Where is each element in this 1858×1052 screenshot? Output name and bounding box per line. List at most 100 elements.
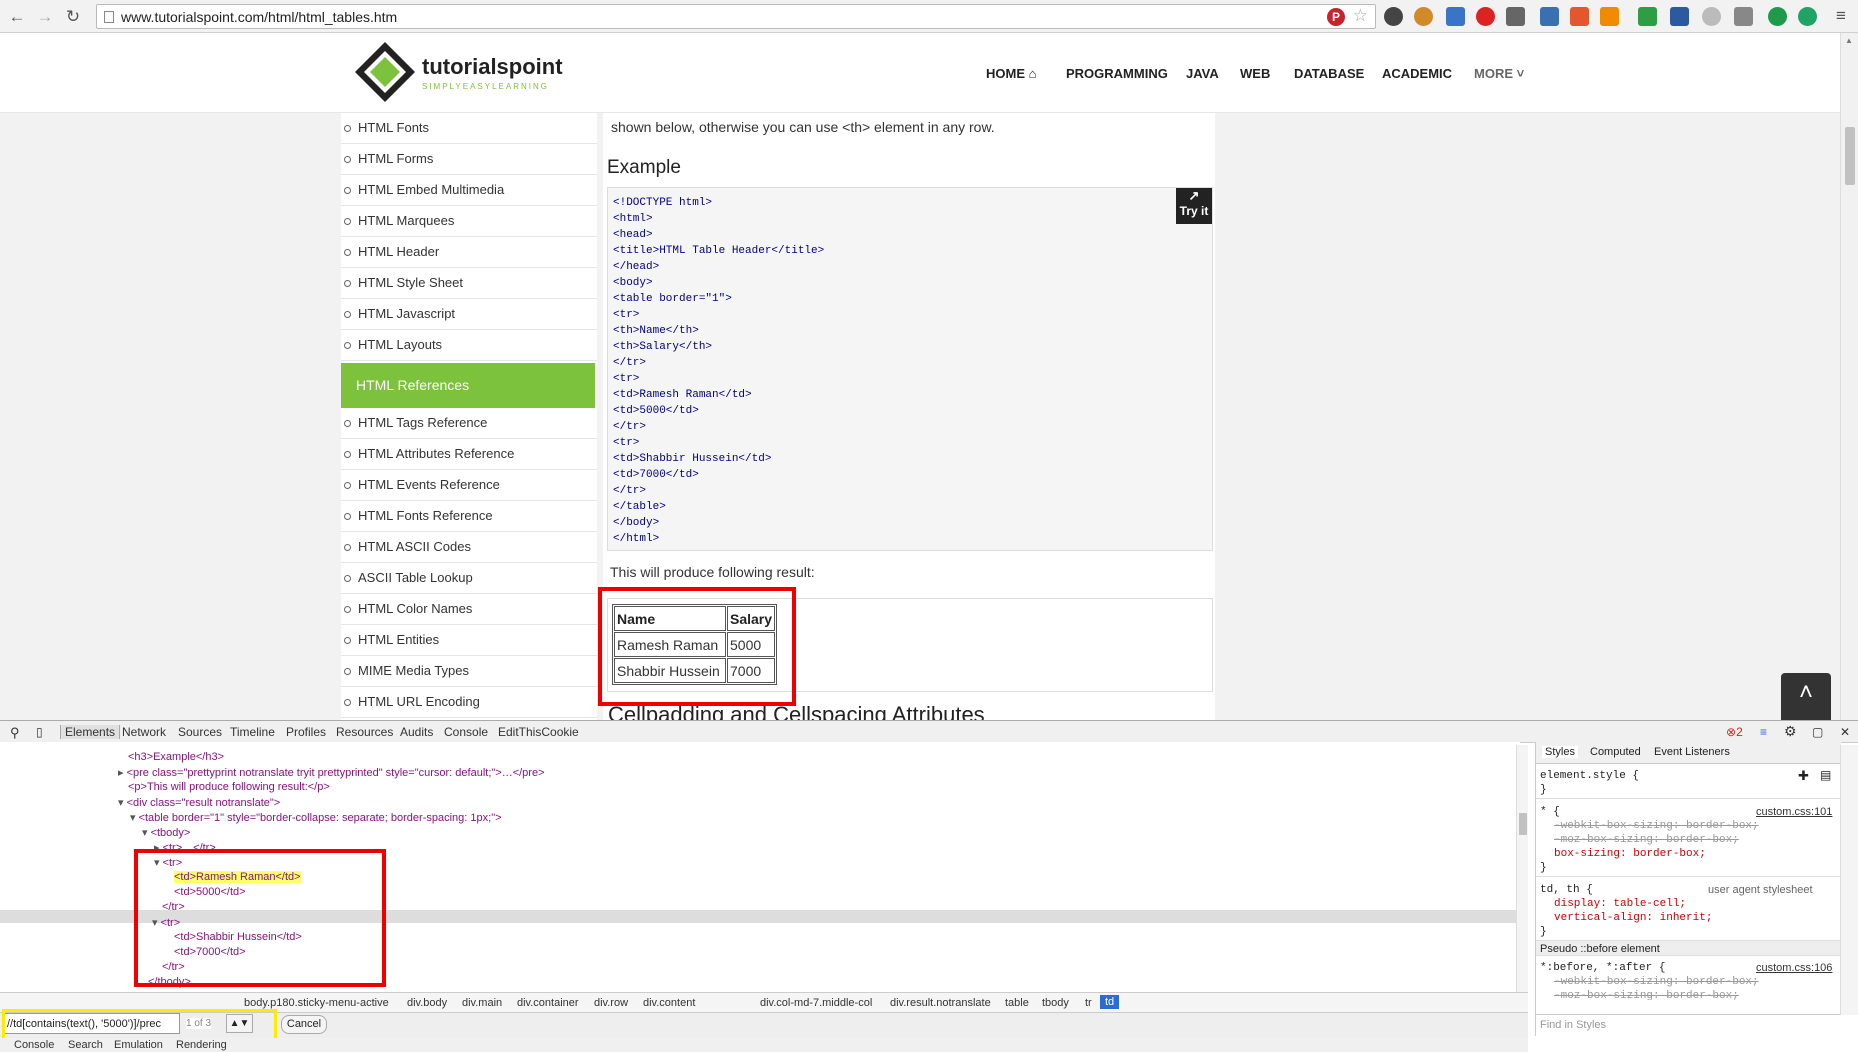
drawer-tab-emulation[interactable]: Emulation: [114, 1039, 163, 1051]
breadcrumb-item[interactable]: div.col-md-7.middle-col: [760, 997, 872, 1009]
pinterest-icon[interactable]: P: [1327, 8, 1345, 26]
try-it-button[interactable]: ↗ Try it: [1176, 188, 1212, 224]
breadcrumb-item[interactable]: div.row: [594, 997, 628, 1009]
bookmark-star-icon[interactable]: ☆: [1353, 6, 1368, 26]
address-url[interactable]: www.tutorialspoint.com/html/html_tables.…: [121, 9, 397, 25]
tab-styles[interactable]: Styles: [1542, 746, 1578, 758]
address-bar[interactable]: www.tutorialspoint.com/html/html_tables.…: [96, 4, 1376, 29]
console-toggle-icon[interactable]: ≡: [1760, 725, 1767, 739]
dock-icon[interactable]: ▢: [1812, 725, 1823, 739]
nav-home[interactable]: HOME ⌂: [986, 66, 1036, 81]
sidebar-item[interactable]: HTML Marquees: [341, 206, 597, 237]
tab-elements[interactable]: Elements: [60, 725, 121, 739]
tab-sources[interactable]: Sources: [178, 725, 222, 739]
cancel-button[interactable]: Cancel: [281, 1015, 327, 1034]
breadcrumb-item[interactable]: body.p180.sticky-menu-active: [244, 997, 389, 1009]
page-scrollbar[interactable]: ▲: [1840, 33, 1858, 720]
drawer-tab-rendering[interactable]: Rendering: [176, 1039, 227, 1051]
breadcrumb-item[interactable]: div.body: [407, 997, 447, 1009]
sidebar-item[interactable]: HTML Color Names: [341, 594, 597, 625]
sidebar-item[interactable]: HTML Forms: [341, 144, 597, 175]
back-to-top-button[interactable]: ˄: [1781, 673, 1831, 720]
breadcrumb-item[interactable]: div.main: [462, 997, 502, 1009]
sidebar-item[interactable]: MIME Media Types: [341, 656, 597, 687]
sidebar-item[interactable]: HTML ASCII Codes: [341, 532, 597, 563]
sidebar-item[interactable]: HTML URL Encoding: [341, 687, 597, 718]
sidebar-item[interactable]: HTML Embed Multimedia: [341, 175, 597, 206]
nav-java[interactable]: JAVA: [1186, 66, 1219, 81]
dom-line[interactable]: <h3>Example</h3>: [128, 751, 224, 763]
extension-icon[interactable]: [1446, 7, 1465, 26]
rule1-prop[interactable]: box-sizing: border-box;: [1554, 848, 1706, 860]
scroll-thumb[interactable]: [1845, 127, 1855, 185]
menu-icon[interactable]: ≡: [1830, 5, 1852, 27]
d-extension-icon[interactable]: [1768, 7, 1787, 26]
dom-line[interactable]: ▾ <tbody>: [142, 826, 190, 839]
tab-network[interactable]: Network: [122, 725, 166, 739]
dom-line[interactable]: <p>This will produce following result:</…: [128, 781, 330, 793]
sidebar-item[interactable]: HTML Events Reference: [341, 470, 597, 501]
close-devtools-icon[interactable]: ✕: [1840, 725, 1850, 739]
adblock-extension-icon[interactable]: [1476, 7, 1495, 26]
nav-web[interactable]: WEB: [1240, 66, 1270, 81]
nav-programming[interactable]: PROGRAMMING: [1066, 66, 1168, 81]
rule1-prop[interactable]: -webkit-box-sizing: border-box;: [1554, 820, 1759, 832]
counter-extension-icon[interactable]: [1570, 7, 1589, 26]
sidebar-item[interactable]: HTML Attributes Reference: [341, 439, 597, 470]
nav-more[interactable]: MORE ˅: [1474, 66, 1524, 81]
sidebar-item[interactable]: HTML Style Sheet: [341, 268, 597, 299]
sidebar-item[interactable]: HTML Tags Reference: [341, 408, 597, 439]
breadcrumb-item[interactable]: div.content: [643, 997, 695, 1009]
nav-database[interactable]: DATABASE: [1294, 66, 1364, 81]
tab-profiles[interactable]: Profiles: [286, 725, 326, 739]
rule3-prop[interactable]: -webkit-box-sizing: border-box;: [1554, 976, 1759, 988]
rule1-source[interactable]: custom.css:101: [1756, 806, 1832, 818]
dom-line[interactable]: ▾ <table border="1" style="border-collap…: [130, 811, 502, 824]
breadcrumb-item[interactable]: div.result.notranslate: [890, 997, 991, 1009]
nav-academic[interactable]: ACADEMIC: [1382, 66, 1452, 81]
rule1-selector[interactable]: * {: [1540, 806, 1560, 818]
add-rule-icon[interactable]: ✚: [1798, 768, 1809, 784]
sidebar-item[interactable]: HTML Fonts Reference: [341, 501, 597, 532]
download-extension-icon[interactable]: [1670, 7, 1689, 26]
sidebar-item[interactable]: HTML Header: [341, 237, 597, 268]
tab-editthiscookie[interactable]: EditThisCookie: [498, 725, 579, 739]
device-icon[interactable]: ▯: [36, 725, 43, 739]
tab-resources[interactable]: Resources: [336, 725, 393, 739]
error-counter[interactable]: ⊗2: [1726, 725, 1743, 739]
grammarly-icon[interactable]: [1798, 7, 1817, 26]
star-extension-icon[interactable]: [1540, 7, 1559, 26]
find-in-styles[interactable]: Find in Styles: [1536, 1014, 1841, 1036]
rule3-selector[interactable]: *:before, *:after {: [1540, 962, 1665, 974]
sidebar-item[interactable]: HTML Fonts: [341, 113, 597, 144]
breadcrumb-item[interactable]: div.container: [517, 997, 579, 1009]
breadcrumb-item[interactable]: tr: [1085, 997, 1092, 1009]
breadcrumb-item-selected[interactable]: td: [1100, 995, 1120, 1009]
site-logo[interactable]: tutorialspoint SIMPLYEASYLEARNING: [352, 39, 607, 109]
pocket-extension-icon[interactable]: [1506, 7, 1525, 26]
sidebar-item[interactable]: ASCII Table Lookup: [341, 563, 597, 594]
toggle-state-icon[interactable]: ▤: [1820, 768, 1831, 782]
dom-scrollbar[interactable]: [1516, 745, 1528, 993]
styles-scrollbar[interactable]: [1840, 745, 1858, 1015]
rule3-source[interactable]: custom.css:106: [1756, 962, 1832, 974]
screenshot-extension-icon[interactable]: [1638, 7, 1657, 26]
sidebar-item[interactable]: HTML Javascript: [341, 299, 597, 330]
tab-event-listeners[interactable]: Event Listeners: [1654, 746, 1730, 758]
back-arrow-icon[interactable]: ←: [6, 6, 28, 28]
search-extension-icon[interactable]: [1702, 7, 1721, 26]
settings-gear-icon[interactable]: ⚙: [1784, 723, 1797, 740]
tab-audits[interactable]: Audits: [400, 725, 433, 739]
drawer-tab-search[interactable]: Search: [68, 1039, 103, 1051]
breadcrumb-item[interactable]: tbody: [1042, 997, 1069, 1009]
reload-icon[interactable]: ↻: [62, 6, 84, 28]
dom-line[interactable]: ▾ <div class="result notranslate">: [118, 796, 280, 809]
element-style-rule[interactable]: element.style {: [1540, 770, 1639, 782]
rule3-prop[interactable]: -moz-box-sizing: border-box;: [1554, 990, 1739, 1000]
cookie-extension-icon[interactable]: [1414, 7, 1433, 26]
sidebar-item[interactable]: HTML Entities: [341, 625, 597, 656]
sidebar-item[interactable]: HTML Layouts: [341, 330, 597, 361]
drawer-tab-console[interactable]: Console: [14, 1039, 54, 1051]
forward-arrow-icon[interactable]: →: [34, 6, 56, 28]
rule1-prop[interactable]: -moz-box-sizing: border-box;: [1554, 834, 1739, 846]
